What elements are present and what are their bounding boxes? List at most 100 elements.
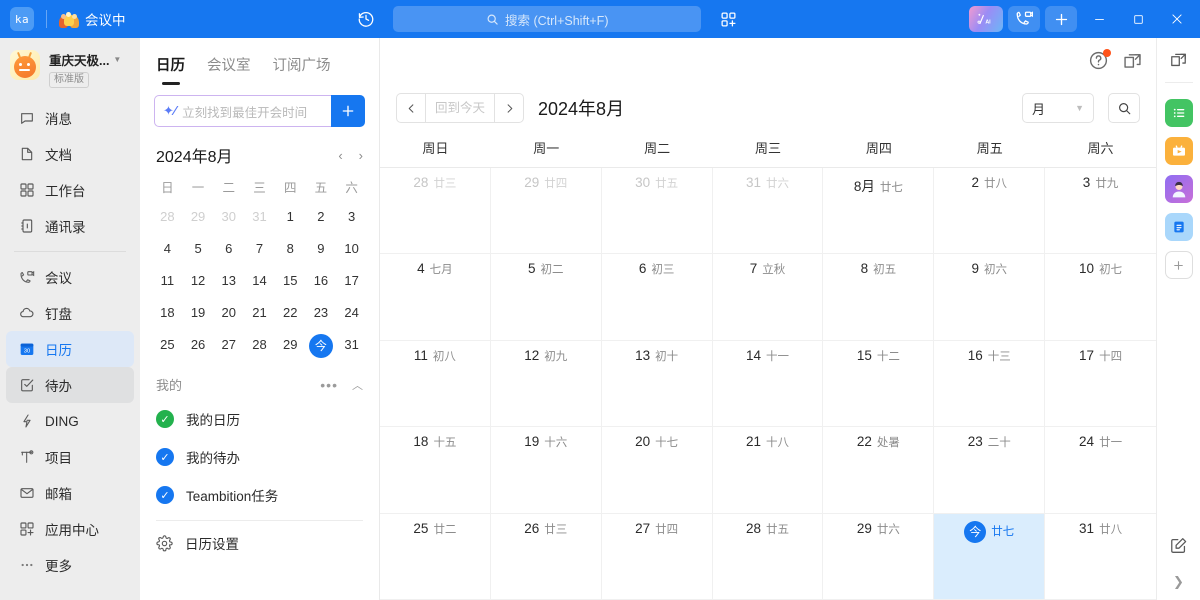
day-cell[interactable]: 21十八 xyxy=(713,427,824,513)
day-cell[interactable]: 15十二 xyxy=(823,341,934,427)
mini-day-cell[interactable]: 4 xyxy=(152,233,183,265)
chevron-up-icon[interactable]: ︿ xyxy=(352,377,363,393)
mini-day-cell[interactable]: 30 xyxy=(213,201,244,233)
day-cell[interactable]: 30廿五 xyxy=(602,168,713,254)
calendar-list-item[interactable]: ✓Teambition任务 xyxy=(140,476,379,514)
minimize-icon[interactable] xyxy=(1082,4,1116,34)
prev-month-button[interactable] xyxy=(397,94,425,122)
day-cell[interactable]: 29廿四 xyxy=(491,168,602,254)
mini-day-cell[interactable]: 9 xyxy=(306,233,337,265)
checkbox-checked-icon[interactable]: ✓ xyxy=(156,410,174,428)
day-cell[interactable]: 14十一 xyxy=(713,341,824,427)
sidebar-item-documents[interactable]: 文档 xyxy=(6,136,134,172)
day-cell[interactable]: 18十五 xyxy=(380,427,491,513)
mini-day-cell[interactable]: 20 xyxy=(213,297,244,329)
day-cell[interactable]: 31廿八 xyxy=(1045,514,1156,600)
mini-day-cell[interactable]: 14 xyxy=(244,265,275,297)
day-cell[interactable]: 23二十 xyxy=(934,427,1045,513)
mini-day-cell[interactable]: 3 xyxy=(336,201,367,233)
sidebar-item-app-center[interactable]: 应用中心 xyxy=(6,511,134,547)
mini-day-cell[interactable]: 7 xyxy=(244,233,275,265)
ai-assistant-button[interactable]: AI xyxy=(969,6,1003,32)
mini-day-cell[interactable]: 17 xyxy=(336,265,367,297)
sidebar-item-meeting[interactable]: 会议 xyxy=(6,259,134,295)
media-player-app-icon[interactable] xyxy=(1165,137,1193,165)
day-cell[interactable]: 7立秋 xyxy=(713,254,824,340)
mini-day-cell[interactable]: 25 xyxy=(152,329,183,361)
sidebar-item-dingdisk[interactable]: 钉盘 xyxy=(6,295,134,331)
history-clock-icon[interactable] xyxy=(353,6,379,32)
mini-day-cell[interactable]: 31 xyxy=(244,201,275,233)
mini-day-cell[interactable]: 5 xyxy=(183,233,214,265)
view-mode-select[interactable]: 月 ▼ xyxy=(1022,93,1094,123)
day-cell[interactable]: 10初七 xyxy=(1045,254,1156,340)
meeting-status-chip[interactable]: 会议中 xyxy=(59,9,126,29)
checklist-app-icon[interactable] xyxy=(1165,99,1193,127)
mini-day-cell[interactable]: 13 xyxy=(213,265,244,297)
day-cell[interactable]: 5初二 xyxy=(491,254,602,340)
app-grid-plus-icon[interactable] xyxy=(715,6,741,32)
calendar-settings-button[interactable]: 日历设置 xyxy=(140,521,379,565)
more-dots-icon[interactable]: ••• xyxy=(320,377,338,393)
sidebar-item-todo[interactable]: 待办 xyxy=(6,367,134,403)
day-cell[interactable]: 8初五 xyxy=(823,254,934,340)
day-cell[interactable]: 28廿三 xyxy=(380,168,491,254)
chevron-right-icon[interactable]: › xyxy=(359,148,363,163)
create-event-button[interactable] xyxy=(331,95,365,127)
mini-day-cell[interactable]: 31 xyxy=(336,329,367,361)
plus-icon[interactable] xyxy=(1045,6,1077,32)
mini-day-cell[interactable]: 19 xyxy=(183,297,214,329)
sidebar-item-ding[interactable]: DING xyxy=(6,403,134,439)
day-cell[interactable]: 4七月 xyxy=(380,254,491,340)
sidebar-item-contacts[interactable]: 通讯录 xyxy=(6,208,134,244)
mini-day-cell[interactable]: 11 xyxy=(152,265,183,297)
mini-day-cell[interactable]: 23 xyxy=(306,297,337,329)
avatar-app-icon[interactable] xyxy=(1165,175,1193,203)
day-cell[interactable]: 8月廿七 xyxy=(823,168,934,254)
tab-calendar[interactable]: 日历 xyxy=(156,54,185,85)
sidebar-item-workbench[interactable]: 工作台 xyxy=(6,172,134,208)
mini-day-cell[interactable]: 28 xyxy=(152,201,183,233)
sidebar-item-messages[interactable]: 消息 xyxy=(6,100,134,136)
day-cell[interactable]: 17十四 xyxy=(1045,341,1156,427)
chevron-down-icon[interactable]: ▼ xyxy=(113,55,121,64)
day-cell[interactable]: 11初八 xyxy=(380,341,491,427)
mini-day-cell[interactable]: 18 xyxy=(152,297,183,329)
mini-day-cell[interactable]: 24 xyxy=(336,297,367,329)
day-cell[interactable]: 27廿四 xyxy=(602,514,713,600)
day-cell[interactable]: 6初三 xyxy=(602,254,713,340)
day-cell[interactable]: 9初六 xyxy=(934,254,1045,340)
day-cell[interactable]: 28廿五 xyxy=(713,514,824,600)
maximize-icon[interactable] xyxy=(1121,4,1155,34)
calendar-list-item[interactable]: ✓我的待办 xyxy=(140,438,379,476)
day-cell[interactable]: 20十七 xyxy=(602,427,713,513)
day-cell[interactable]: 16十三 xyxy=(934,341,1045,427)
day-cell[interactable]: 29廿六 xyxy=(823,514,934,600)
next-month-button[interactable] xyxy=(495,94,523,122)
open-new-window-icon[interactable] xyxy=(1168,48,1190,70)
tab-meeting-room[interactable]: 会议室 xyxy=(207,54,251,85)
mini-day-cell[interactable]: 22 xyxy=(275,297,306,329)
mini-day-cell[interactable]: 26 xyxy=(183,329,214,361)
docs-app-icon[interactable] xyxy=(1165,213,1193,241)
phone-video-icon[interactable] xyxy=(1008,6,1040,32)
open-new-window-icon[interactable] xyxy=(1122,50,1144,72)
checkbox-checked-icon[interactable]: ✓ xyxy=(156,448,174,466)
calendar-list-item[interactable]: ✓我的日历 xyxy=(140,400,379,438)
checkbox-checked-icon[interactable]: ✓ xyxy=(156,486,174,504)
mini-day-cell[interactable]: 1 xyxy=(275,201,306,233)
day-cell[interactable]: 31廿六 xyxy=(713,168,824,254)
sidebar-item-more[interactable]: 更多 xyxy=(6,547,134,583)
add-app-button[interactable] xyxy=(1165,251,1193,279)
day-cell[interactable]: 22处暑 xyxy=(823,427,934,513)
mini-day-cell[interactable]: 16 xyxy=(306,265,337,297)
day-cell[interactable]: 26廿三 xyxy=(491,514,602,600)
mini-day-cell[interactable]: 21 xyxy=(244,297,275,329)
day-cell[interactable]: 2廿八 xyxy=(934,168,1045,254)
day-cell[interactable]: 13初十 xyxy=(602,341,713,427)
day-cell[interactable]: 3廿九 xyxy=(1045,168,1156,254)
day-cell[interactable]: 12初九 xyxy=(491,341,602,427)
mini-day-cell[interactable]: 15 xyxy=(275,265,306,297)
back-to-today-button[interactable]: 回到今天 xyxy=(425,94,495,122)
chevron-left-icon[interactable]: ‹ xyxy=(338,148,342,163)
